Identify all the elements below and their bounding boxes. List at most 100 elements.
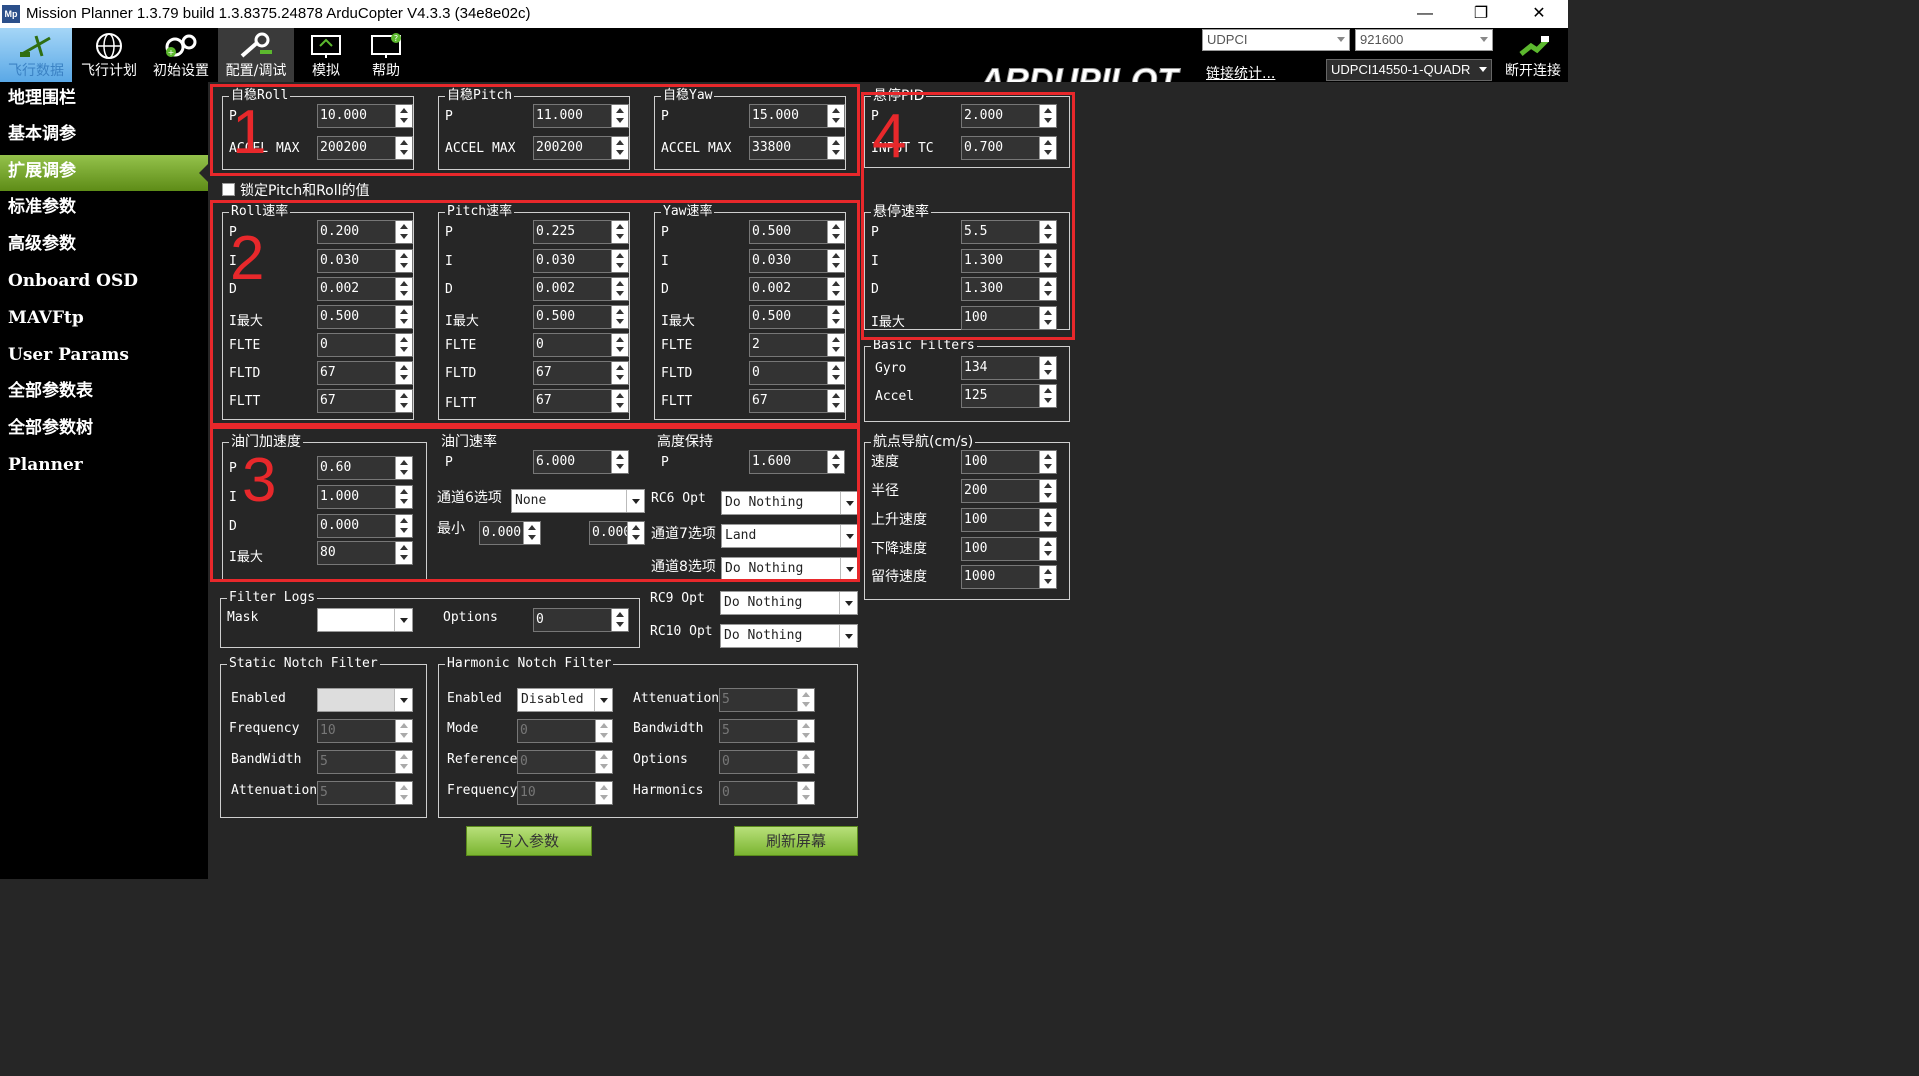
field-value: 100 <box>964 512 988 527</box>
field-value: 5 <box>320 754 328 769</box>
wp-speed-input[interactable]: 100 <box>961 450 1057 474</box>
spinner-icon[interactable] <box>395 782 412 804</box>
spinner-icon[interactable] <box>595 751 612 773</box>
spinner-icon[interactable] <box>1039 451 1056 473</box>
harmonic-notch-reference-input[interactable]: 0 <box>517 750 613 774</box>
wp-loiter-speed-input[interactable]: 1000 <box>961 565 1057 589</box>
sidebar-item-full-param-tree[interactable]: 全部参数树 <box>0 412 208 448</box>
harmonic-notch-harmonics-input[interactable]: 0 <box>719 781 815 805</box>
toolbar-simulation[interactable]: 模拟 <box>296 28 356 82</box>
sidebar-item-mavftp[interactable]: MAVFtp <box>0 302 208 338</box>
spinner-icon[interactable] <box>611 609 628 631</box>
field-value: 100 <box>964 541 988 556</box>
log-options-input[interactable]: 0 <box>533 608 629 632</box>
annotation-box-1 <box>210 84 860 176</box>
static-notch-frequency-input[interactable]: 10 <box>317 719 413 743</box>
field-label: 下降速度 <box>871 541 927 557</box>
toolbar-label: 断开连接 <box>1505 63 1561 79</box>
sidebar-item-geofence[interactable]: 地理围栏 <box>0 82 208 118</box>
spinner-icon[interactable] <box>395 720 412 742</box>
basic-filters-group: Basic Filters Gyro 134 Accel 125 <box>864 338 1070 422</box>
rc10-option-select[interactable]: Do Nothing <box>720 624 858 648</box>
window-title: Mission Planner 1.3.79 build 1.3.8375.24… <box>26 5 531 22</box>
chevron-down-icon <box>394 689 412 711</box>
spinner-icon[interactable] <box>1039 538 1056 560</box>
spinner-icon[interactable] <box>1039 385 1056 407</box>
sidebar-item-user-params[interactable]: User Params <box>0 339 208 375</box>
log-mask-select[interactable] <box>317 608 413 632</box>
field-label: Enabled <box>231 691 286 706</box>
svg-text:?: ? <box>394 34 398 43</box>
spinner-icon[interactable] <box>797 751 814 773</box>
toolbar-config-tuning[interactable]: 配置/调试 <box>218 28 294 82</box>
harmonic-notch-options-input[interactable]: 0 <box>719 750 815 774</box>
port-value: UDPCI <box>1207 32 1248 47</box>
static-notch-attenuation-input[interactable]: 5 <box>317 781 413 805</box>
spinner-icon[interactable] <box>595 782 612 804</box>
toolbar-initial-setup[interactable]: + 初始设置 <box>146 28 216 82</box>
spinner-icon[interactable] <box>797 720 814 742</box>
baud-value: 921600 <box>1360 32 1404 47</box>
field-label: Harmonics <box>633 783 704 798</box>
annotation-box-3 <box>210 426 860 582</box>
vehicle-select[interactable]: UDPCI14550-1-QUADR <box>1326 59 1492 81</box>
disconnect-button[interactable]: 断开连接 <box>1498 28 1568 82</box>
harmonic-notch-bandwidth-input[interactable]: 5 <box>719 719 815 743</box>
sidebar-item-planner[interactable]: Planner <box>0 449 208 485</box>
flight-plan-globe-icon <box>96 33 122 59</box>
harmonic-notch-frequency-input[interactable]: 10 <box>517 781 613 805</box>
sidebar-item-basic-tuning[interactable]: 基本调参 <box>0 118 208 154</box>
field-label: 速度 <box>871 454 899 470</box>
minimize-button[interactable]: — <box>1396 2 1454 26</box>
field-label: BandWidth <box>231 752 302 767</box>
wp-climb-speed-input[interactable]: 100 <box>961 508 1057 532</box>
sidebar-item-advanced-params[interactable]: 高级参数 <box>0 228 208 264</box>
vehicle-value: UDPCI14550-1-QUADR <box>1331 62 1471 77</box>
toolbar-flight-data[interactable]: 飞行数据 <box>0 28 72 82</box>
toolbar-label: 初始设置 <box>153 63 209 79</box>
spinner-icon[interactable] <box>1039 566 1056 588</box>
refresh-screen-button[interactable]: 刷新屏幕 <box>734 826 858 856</box>
field-label: Frequency <box>229 721 300 736</box>
rc9-option-select[interactable]: Do Nothing <box>720 591 858 615</box>
harmonic-notch-mode-input[interactable]: 0 <box>517 719 613 743</box>
port-select[interactable]: UDPCI <box>1202 29 1350 51</box>
chevron-down-icon <box>1337 37 1345 42</box>
group-title: Static Notch Filter <box>227 656 380 672</box>
select-value: Do Nothing <box>724 595 803 610</box>
spinner-icon[interactable] <box>797 782 814 804</box>
sidebar-item-onboard-osd[interactable]: Onboard OSD <box>0 265 208 301</box>
field-value: 0 <box>520 723 528 738</box>
lock-pitch-roll-checkbox[interactable] <box>222 183 235 196</box>
wp-descent-speed-input[interactable]: 100 <box>961 537 1057 561</box>
static-notch-bandwidth-input[interactable]: 5 <box>317 750 413 774</box>
restore-button[interactable]: ❐ <box>1452 2 1510 26</box>
field-label: Reference <box>447 752 518 767</box>
spinner-icon[interactable] <box>1039 509 1056 531</box>
annotation-number-1: 1 <box>232 98 267 167</box>
spinner-icon[interactable] <box>797 689 814 711</box>
spinner-icon[interactable] <box>1039 357 1056 379</box>
spinner-icon[interactable] <box>395 751 412 773</box>
sidebar-item-standard-params[interactable]: 标准参数 <box>0 191 208 227</box>
gyro-filter-input[interactable]: 134 <box>961 356 1057 380</box>
group-title: Filter Logs <box>227 590 318 606</box>
spinner-icon[interactable] <box>595 720 612 742</box>
baud-select[interactable]: 921600 <box>1355 29 1493 51</box>
annotation-number-2: 2 <box>230 224 265 293</box>
toolbar-flight-plan[interactable]: 飞行计划 <box>74 28 144 82</box>
wp-radius-input[interactable]: 200 <box>961 479 1057 503</box>
write-params-button[interactable]: 写入参数 <box>466 826 592 856</box>
sidebar-item-extended-tuning[interactable]: 扩展调参 <box>0 155 209 191</box>
sidebar-item-full-param-list[interactable]: 全部参数表 <box>0 375 208 411</box>
close-button[interactable]: ✕ <box>1510 2 1568 26</box>
accel-filter-input[interactable]: 125 <box>961 384 1057 408</box>
harmonic-notch-enabled-select[interactable]: Disabled <box>517 688 613 712</box>
toolbar-help[interactable]: ? 帮助 <box>356 28 416 82</box>
extended-tuning-panel: 自稳Roll P 10.000 ACCEL MAX 200200 自稳Pitch… <box>210 82 1568 879</box>
harmonic-notch-attenuation-input[interactable]: 5 <box>719 688 815 712</box>
spinner-icon[interactable] <box>1039 480 1056 502</box>
static-notch-enabled-select[interactable] <box>317 688 413 712</box>
link-stats-link[interactable]: 链接统计... <box>1206 63 1275 83</box>
field-label: Gyro <box>875 361 907 376</box>
